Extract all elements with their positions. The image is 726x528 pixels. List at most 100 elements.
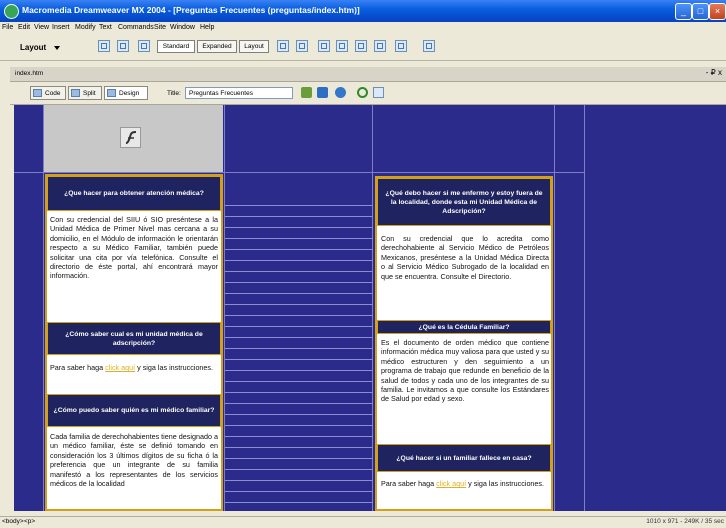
minimize-button[interactable]: _ (675, 3, 692, 20)
menu-site[interactable]: Site (154, 24, 166, 31)
middle-row-line (225, 414, 373, 415)
menu-help[interactable]: Help (200, 24, 214, 31)
grid-line (14, 172, 585, 173)
draw-layout-table-icon[interactable] (277, 40, 289, 52)
window-title: Macromedia Dreamweaver MX 2004 - [Pregun… (22, 5, 360, 15)
layout-mode-button[interactable]: Layout (239, 40, 269, 53)
frames-icon[interactable] (395, 40, 407, 52)
close-button[interactable]: × (709, 3, 726, 20)
middle-row-line (225, 447, 373, 448)
click-here-link[interactable]: click aquí (436, 479, 466, 488)
document-tab-bar: index.htm - ₽ x (10, 67, 726, 82)
menu-edit[interactable]: Edit (18, 24, 30, 31)
middle-row-line (225, 205, 373, 206)
middle-row-line (225, 227, 373, 228)
code-view-button[interactable]: Code (30, 86, 66, 100)
middle-row-line (225, 293, 373, 294)
middle-row-line (225, 216, 373, 217)
globe-icon[interactable] (335, 87, 346, 98)
document-toolbar: Code Split Design Title: (10, 82, 726, 105)
split-view-button[interactable]: Split (68, 86, 102, 100)
document-tab[interactable]: index.htm (15, 70, 43, 77)
grid-line (224, 105, 225, 511)
design-canvas[interactable]: ¿Que hacer para obtener atención médica?… (14, 105, 726, 511)
faq-heading: ¿Cómo puedo saber quién es mi médico fam… (47, 394, 221, 427)
maximize-button[interactable]: □ (692, 3, 709, 20)
flash-icon (125, 131, 137, 144)
page-title-input[interactable] (185, 87, 293, 99)
menu-bar: File Edit View Insert Modify Text Comman… (0, 22, 726, 35)
layer-icon[interactable] (117, 40, 129, 52)
frame-icon[interactable] (138, 40, 150, 52)
insert-category-label[interactable]: Layout (20, 43, 46, 52)
grid-line (43, 105, 44, 511)
standard-mode-button[interactable]: Standard (157, 40, 195, 53)
grid-line (372, 105, 373, 511)
tag-selector-p[interactable]: <p> (24, 518, 35, 525)
middle-row-line (225, 403, 373, 404)
middle-row-line (225, 480, 373, 481)
middle-row-line (225, 491, 373, 492)
insert-row-above-icon[interactable] (318, 40, 330, 52)
middle-row-line (225, 370, 373, 371)
refresh-icon[interactable] (357, 87, 368, 98)
insert-column-right-icon[interactable] (374, 40, 386, 52)
draw-layout-cell-icon[interactable] (296, 40, 308, 52)
status-bar: <body> <p> 1010 x 971 - 249K / 35 sec (0, 516, 726, 528)
middle-row-line (225, 469, 373, 470)
tabular-data-icon[interactable] (423, 40, 435, 52)
faq-heading: ¿Que hacer para obtener atención médica? (47, 176, 221, 211)
menu-view[interactable]: View (34, 24, 49, 31)
click-here-link[interactable]: click aquí (105, 363, 135, 372)
faq-answer-text: y siga las instrucciones. (466, 479, 545, 488)
middle-row-line (225, 315, 373, 316)
view-options-icon[interactable] (373, 87, 384, 98)
tag-selector-body[interactable]: <body> (2, 518, 24, 525)
faq-heading: ¿Qué es la Cédula Familiar? (377, 320, 551, 334)
menu-insert[interactable]: Insert (52, 24, 70, 31)
table-icon[interactable] (98, 40, 110, 52)
chevron-down-icon[interactable] (54, 46, 60, 50)
insert-bar: Layout Standard Expanded Layout (0, 35, 726, 61)
middle-row-line (225, 359, 373, 360)
menu-file[interactable]: File (2, 24, 13, 31)
insert-column-left-icon[interactable] (355, 40, 367, 52)
middle-row-line (225, 348, 373, 349)
middle-row-line (225, 502, 373, 503)
insert-row-below-icon[interactable] (336, 40, 348, 52)
middle-row-line (225, 392, 373, 393)
faq-answer: Cada familia de derechohabientes tiene d… (50, 432, 218, 489)
expanded-mode-button[interactable]: Expanded (197, 40, 237, 53)
preview-browser-icon[interactable] (317, 87, 328, 98)
design-view-button[interactable]: Design (104, 86, 148, 100)
menu-commands[interactable]: Commands (118, 24, 154, 31)
middle-row-line (225, 381, 373, 382)
title-bar: Macromedia Dreamweaver MX 2004 - [Pregun… (0, 0, 726, 22)
faq-answer: Para saber haga click aquí y siga las in… (381, 479, 549, 488)
menu-text[interactable]: Text (99, 24, 112, 31)
grid-line (554, 105, 555, 511)
document-window-controls[interactable]: - ₽ x (706, 68, 722, 77)
grid-line (584, 105, 585, 511)
middle-row-line (225, 304, 373, 305)
faq-answer: Para saber haga click aquí y siga las in… (50, 363, 218, 372)
middle-row-line (225, 249, 373, 250)
faq-heading: ¿Qué hacer si un familiar fallece en cas… (377, 444, 551, 472)
middle-row-line (225, 326, 373, 327)
faq-answer-text: Para saber haga (50, 363, 106, 372)
menu-window[interactable]: Window (170, 24, 195, 31)
document-size-info: 1010 x 971 - 249K / 35 sec (646, 518, 724, 525)
menu-modify[interactable]: Modify (75, 24, 96, 31)
middle-row-line (225, 337, 373, 338)
faq-answer-text: y siga las instrucciones. (135, 363, 214, 372)
title-label: Title: (167, 90, 181, 97)
flash-placeholder-icon[interactable] (120, 127, 141, 148)
faq-answer: Con su credencial del SIIU ó SIO presént… (50, 215, 218, 281)
dreamweaver-app-icon (4, 4, 19, 19)
middle-row-line (225, 458, 373, 459)
faq-heading: ¿Qué debo hacer si me enfermo y estoy fu… (377, 178, 551, 226)
file-management-icon[interactable] (301, 87, 312, 98)
middle-row-line (225, 271, 373, 272)
middle-row-line (225, 260, 373, 261)
faq-answer-text: Para saber haga (381, 479, 437, 488)
